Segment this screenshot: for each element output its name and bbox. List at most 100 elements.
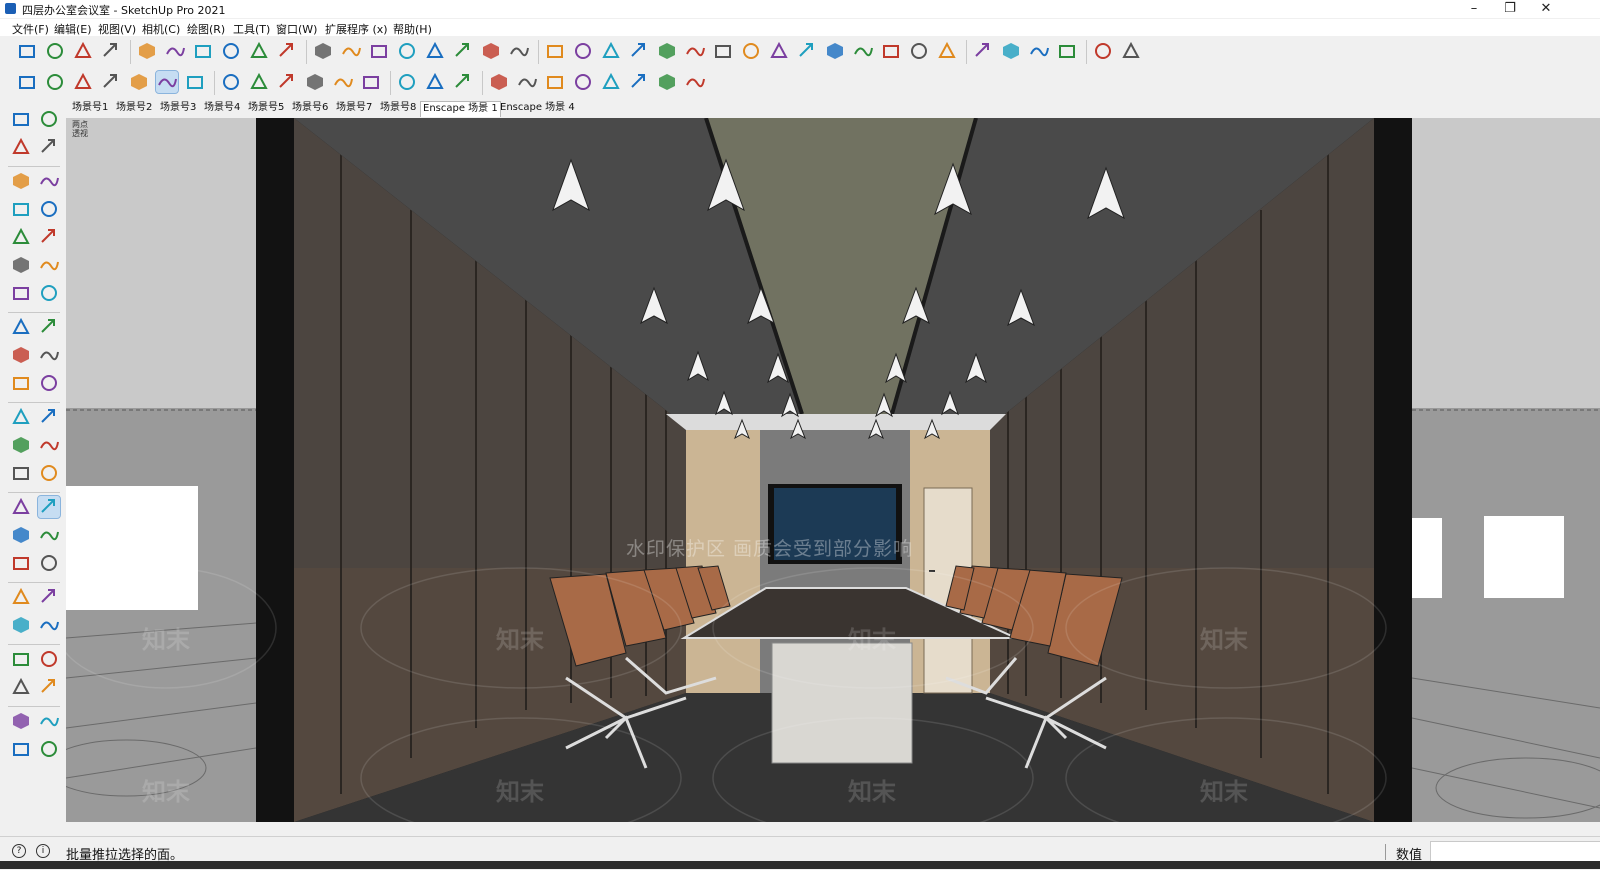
rotated-rect-icon[interactable] bbox=[38, 198, 60, 220]
protractor-icon[interactable] bbox=[10, 434, 32, 456]
shape-3d-icon[interactable] bbox=[1056, 40, 1078, 62]
pie-icon[interactable] bbox=[38, 254, 60, 276]
upload-cloud-icon[interactable] bbox=[600, 71, 622, 93]
offset-icon[interactable] bbox=[38, 372, 60, 394]
section-cut-icon[interactable] bbox=[10, 710, 32, 732]
tape-measure-icon[interactable] bbox=[10, 406, 32, 428]
sync-icon[interactable] bbox=[424, 71, 446, 93]
menu-camera[interactable]: 相机(C) bbox=[142, 21, 180, 37]
pyramid-icon[interactable] bbox=[312, 40, 334, 62]
pan-icon[interactable] bbox=[37, 495, 61, 519]
layers-tool-icon[interactable] bbox=[10, 676, 32, 698]
blue-cube-icon[interactable] bbox=[38, 738, 60, 760]
checker-icon[interactable] bbox=[572, 71, 594, 93]
follow-me-icon[interactable] bbox=[38, 344, 60, 366]
arc-small-icon[interactable] bbox=[684, 40, 706, 62]
cloud-upload-icon[interactable] bbox=[72, 40, 94, 62]
curve-red-icon[interactable] bbox=[768, 40, 790, 62]
cursor-arrow-icon[interactable] bbox=[740, 40, 762, 62]
zoom-extents-icon[interactable] bbox=[10, 552, 32, 574]
instructor-icon[interactable]: i bbox=[36, 844, 50, 858]
garage-icon[interactable] bbox=[304, 71, 326, 93]
component-icon[interactable] bbox=[164, 40, 186, 62]
previous-view-icon[interactable] bbox=[38, 552, 60, 574]
arc-icon[interactable] bbox=[712, 40, 734, 62]
section-plane-icon[interactable] bbox=[38, 614, 60, 636]
scene-tab-enscape-1[interactable]: Enscape 场景 1 bbox=[420, 101, 501, 117]
maximize-button[interactable]: ❐ bbox=[1492, 0, 1528, 18]
spiral-icon[interactable] bbox=[880, 40, 902, 62]
geo-location-icon[interactable]: ? bbox=[12, 844, 26, 858]
curve-s-icon[interactable] bbox=[452, 40, 474, 62]
sun-icon[interactable] bbox=[544, 71, 566, 93]
minimize-button[interactable]: – bbox=[1456, 0, 1492, 18]
pencil-icon[interactable] bbox=[10, 170, 32, 192]
menu-help[interactable]: 帮助(H) bbox=[393, 21, 432, 37]
mail-icon[interactable] bbox=[656, 71, 678, 93]
line-tool-icon[interactable] bbox=[544, 40, 566, 62]
3d-viewport[interactable]: 两点 透视 水印保护区 画质会受到部分影响 知末 知末 知末 知末 知末 知末 … bbox=[66, 118, 1600, 822]
cloud-outline-icon[interactable] bbox=[100, 40, 122, 62]
menu-extensions[interactable]: 扩展程序 (x) bbox=[325, 21, 388, 37]
menu-edit[interactable]: 编辑(E) bbox=[54, 21, 92, 37]
push-icon[interactable] bbox=[396, 40, 418, 62]
iso-box-icon[interactable] bbox=[72, 71, 94, 93]
outline-box-icon[interactable] bbox=[44, 71, 66, 93]
sandbox-icon[interactable] bbox=[10, 648, 32, 670]
scene-tab-5[interactable]: 场景号5 bbox=[246, 101, 286, 116]
building-icon[interactable] bbox=[340, 40, 362, 62]
render-icon[interactable] bbox=[452, 71, 474, 93]
blue-box-icon[interactable] bbox=[184, 71, 206, 93]
freehand-icon[interactable] bbox=[38, 170, 60, 192]
red-box-icon[interactable] bbox=[972, 40, 994, 62]
shape-door-icon[interactable] bbox=[1028, 40, 1050, 62]
menu-window[interactable]: 窗口(W) bbox=[276, 21, 317, 37]
push-pull-icon[interactable] bbox=[38, 316, 60, 338]
position-camera-icon[interactable] bbox=[10, 586, 32, 608]
rotate-icon[interactable] bbox=[10, 344, 32, 366]
scene-tab-7[interactable]: 场景号7 bbox=[334, 101, 374, 116]
move-icon[interactable] bbox=[10, 316, 32, 338]
rectangle-icon[interactable] bbox=[10, 198, 32, 220]
shear-rect-icon[interactable] bbox=[936, 40, 958, 62]
layers-active-icon[interactable] bbox=[155, 70, 179, 94]
three-point-arc-icon[interactable] bbox=[10, 282, 32, 304]
axes-icon[interactable] bbox=[10, 462, 32, 484]
tree-icon[interactable] bbox=[516, 71, 538, 93]
polygon-icon[interactable] bbox=[38, 226, 60, 248]
import-icon[interactable] bbox=[368, 40, 390, 62]
box-icon[interactable] bbox=[424, 40, 446, 62]
stamp-icon[interactable] bbox=[38, 676, 60, 698]
wall-icon[interactable] bbox=[248, 71, 270, 93]
refresh-icon[interactable] bbox=[192, 40, 214, 62]
scissors-line-icon[interactable] bbox=[796, 40, 818, 62]
push-arrow-icon[interactable] bbox=[572, 40, 594, 62]
blue-panel-icon[interactable] bbox=[1000, 40, 1022, 62]
pen-edit-icon[interactable] bbox=[600, 40, 622, 62]
menu-tools[interactable]: 工具(T) bbox=[233, 21, 270, 37]
house-outline-icon[interactable] bbox=[332, 71, 354, 93]
settings-icon[interactable] bbox=[248, 40, 270, 62]
text-icon[interactable] bbox=[38, 434, 60, 456]
cloud-icon[interactable] bbox=[16, 40, 38, 62]
circle-icon[interactable] bbox=[10, 226, 32, 248]
download-icon[interactable] bbox=[220, 40, 242, 62]
rounded-rect-icon[interactable] bbox=[852, 40, 874, 62]
dimension-icon[interactable] bbox=[38, 406, 60, 428]
select-box-icon[interactable] bbox=[508, 40, 530, 62]
arc-plus-icon[interactable] bbox=[1092, 40, 1114, 62]
menu-draw[interactable]: 绘图(R) bbox=[187, 21, 225, 37]
solid-box-icon[interactable] bbox=[16, 71, 38, 93]
look-around-icon[interactable] bbox=[38, 586, 60, 608]
scale-icon[interactable] bbox=[10, 372, 32, 394]
box-view-icon[interactable] bbox=[10, 738, 32, 760]
scene-tab-1[interactable]: 场景号1 bbox=[70, 101, 110, 116]
zoom-window-icon[interactable] bbox=[38, 524, 60, 546]
enscape-icon[interactable] bbox=[396, 71, 418, 93]
orbit-icon[interactable] bbox=[10, 496, 32, 518]
close-button[interactable]: ✕ bbox=[1528, 0, 1564, 18]
paint-bucket-icon[interactable] bbox=[10, 136, 32, 158]
green-angle-icon[interactable] bbox=[628, 40, 650, 62]
gear-icon[interactable] bbox=[628, 71, 650, 93]
house-icon[interactable] bbox=[276, 71, 298, 93]
